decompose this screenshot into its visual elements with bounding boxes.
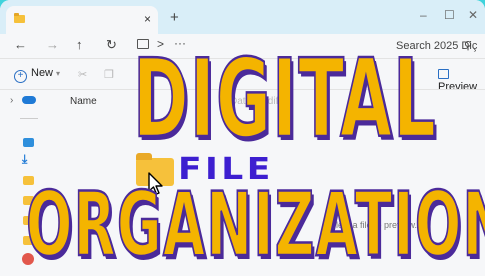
folder-icon (14, 13, 25, 23)
close-window-button[interactable]: ✕ (468, 8, 478, 22)
chevron-right-icon[interactable]: › (10, 95, 13, 106)
cut-icon[interactable]: ✂ (78, 68, 87, 81)
plus-icon[interactable]: + (170, 9, 179, 26)
minimize-button[interactable]: – (420, 8, 427, 22)
preview-pane-icon (438, 69, 449, 79)
preview-label: Preview (438, 81, 478, 93)
tab-current-folder[interactable]: × (6, 6, 158, 34)
headline-organization: ORGANIZATION (25, 173, 485, 276)
column-header-name[interactable]: Name (70, 96, 97, 107)
up-arrow-icon[interactable]: ↑ (76, 37, 83, 52)
chevron-down-icon: ▾ (56, 69, 61, 78)
copy-icon[interactable]: ❐ (104, 68, 114, 81)
maximize-button[interactable]: ☐ (444, 8, 455, 22)
headline-digital: DIGITAL (132, 37, 438, 162)
plus-icon: + (14, 70, 27, 83)
back-arrow-icon[interactable]: ← (14, 37, 27, 52)
desktop-icon[interactable] (23, 138, 34, 147)
divider (20, 118, 38, 119)
cloud-icon[interactable] (22, 96, 36, 104)
new-button[interactable]: + New ▾ (14, 67, 60, 83)
search-icon: ⚲ (464, 40, 473, 52)
close-icon[interactable]: × (144, 12, 151, 26)
refresh-icon[interactable]: ↻ (106, 37, 117, 53)
title-bar: × + – ☐ ✕ (0, 0, 485, 34)
new-label: New (31, 67, 54, 79)
download-icon[interactable]: ⤓ (22, 152, 27, 167)
forward-arrow-icon[interactable]: → (46, 37, 59, 52)
